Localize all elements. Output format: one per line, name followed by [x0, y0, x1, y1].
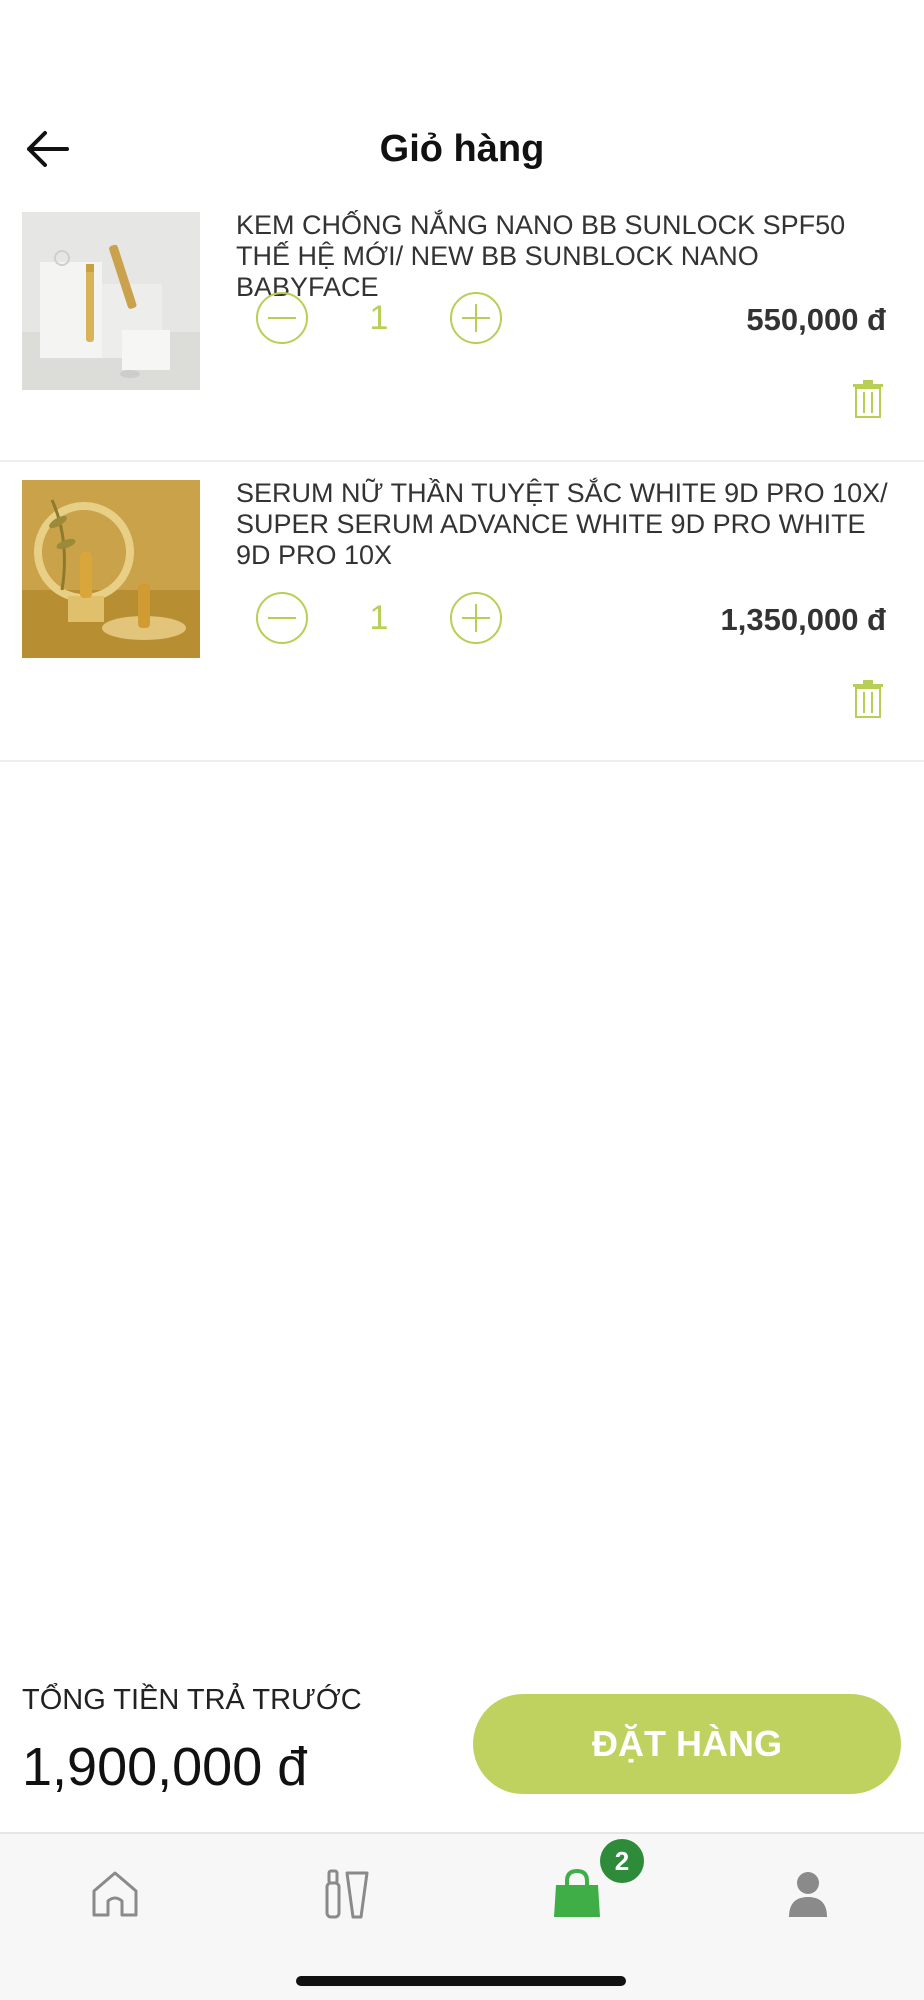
- item-price: 1,350,000 đ: [720, 602, 886, 637]
- home-indicator: [296, 1976, 626, 1986]
- cart-bag-icon: [554, 1868, 600, 1917]
- cart-item: KEM CHỐNG NẮNG NANO BB SUNLOCK SPF50 THẾ…: [0, 210, 924, 462]
- minus-icon: [268, 317, 296, 319]
- delete-item-button[interactable]: [852, 380, 884, 418]
- profile-icon: [789, 1872, 827, 1917]
- quantity-value: 1: [369, 298, 389, 337]
- increase-quantity-button[interactable]: [450, 292, 502, 344]
- decrease-quantity-button[interactable]: [256, 592, 308, 644]
- bottom-tab-bar: 2: [0, 1832, 924, 2000]
- tab-products[interactable]: [306, 1854, 386, 1934]
- minus-icon: [268, 617, 296, 619]
- cart-screen: Giỏ hàng KEM CHỐNG NẮNG NANO BB SUNLOCK …: [0, 0, 924, 2000]
- tab-profile[interactable]: [768, 1854, 848, 1934]
- product-image[interactable]: [22, 480, 200, 658]
- page-title: Giỏ hàng: [379, 128, 545, 170]
- place-order-button[interactable]: ĐẶT HÀNG: [473, 1694, 901, 1794]
- product-image[interactable]: [22, 212, 200, 390]
- home-icon: [92, 1871, 138, 1917]
- quantity-value: 1: [369, 598, 389, 637]
- tab-home[interactable]: [75, 1854, 155, 1934]
- quantity-stepper: 1: [256, 590, 502, 646]
- total-value: 1,900,000 đ: [22, 1737, 308, 1797]
- item-price: 550,000 đ: [746, 302, 886, 337]
- decrease-quantity-button[interactable]: [256, 292, 308, 344]
- total-label: TỔNG TIỀN TRẢ TRƯỚC: [22, 1684, 362, 1716]
- product-name[interactable]: SERUM NỮ THẦN TUYỆT SẮC WHITE 9D PRO 10X…: [236, 478, 896, 571]
- cart-count-badge: 2: [600, 1839, 644, 1883]
- products-icon: [325, 1869, 369, 1919]
- quantity-stepper: 1: [256, 290, 502, 346]
- increase-quantity-button[interactable]: [450, 592, 502, 644]
- header: Giỏ hàng: [0, 110, 924, 190]
- cart-item: SERUM NỮ THẦN TUYỆT SẮC WHITE 9D PRO 10X…: [0, 478, 924, 762]
- delete-item-button[interactable]: [852, 680, 884, 718]
